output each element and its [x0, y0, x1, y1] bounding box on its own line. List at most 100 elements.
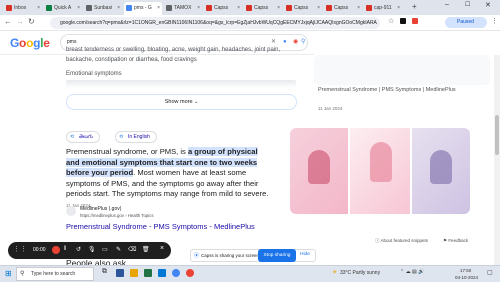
- tab-close-icon[interactable]: ×: [77, 2, 80, 15]
- chip-english[interactable]: ⟲ In English: [115, 131, 157, 143]
- browser-tab[interactable]: Sunbasi ×: [84, 2, 122, 15]
- browser-tab[interactable]: Inbox ×: [4, 2, 42, 15]
- source-name[interactable]: MedlinePlus (.gov): [80, 206, 121, 212]
- tab-label: Capss: [334, 5, 349, 11]
- symptoms-text-line2: backache, constipation or diarrhea, food…: [66, 57, 197, 63]
- new-tab-button[interactable]: +: [412, 2, 417, 11]
- browser-tab[interactable]: Capss ×: [284, 2, 322, 15]
- clock-time[interactable]: 17:50: [460, 268, 471, 273]
- snippet-images[interactable]: [290, 128, 470, 214]
- tab-label: TAMOX: [174, 5, 192, 11]
- figure-illustration: [430, 150, 452, 184]
- tab-label: Quick A: [54, 5, 72, 11]
- restart-icon[interactable]: ↺: [76, 246, 81, 253]
- taskbar-app-icon[interactable]: [172, 269, 180, 277]
- scrollbar-thumb[interactable]: [495, 115, 499, 155]
- google-logo[interactable]: Google: [10, 36, 50, 50]
- browser-tab[interactable]: pms - G ×: [124, 2, 162, 15]
- task-view-icon[interactable]: ⧉: [102, 268, 107, 276]
- forward-icon[interactable]: →: [16, 17, 24, 26]
- taskbar-search-input[interactable]: ⚲ Type here to search: [16, 267, 94, 281]
- show-more-button[interactable]: Show more ⌄: [66, 94, 297, 110]
- stop-sharing-button[interactable]: Stop sharing: [258, 249, 296, 262]
- taskbar-app-icon[interactable]: [144, 269, 152, 277]
- mic-off-icon[interactable]: 🎙: [88, 246, 96, 253]
- scrollbar[interactable]: [494, 55, 500, 265]
- minimize-button[interactable]: –: [445, 1, 449, 8]
- tab-close-icon[interactable]: ×: [37, 2, 40, 15]
- tab-close-icon[interactable]: ×: [117, 2, 120, 15]
- reload-icon[interactable]: ↻: [28, 17, 35, 26]
- tab-close-icon[interactable]: ×: [357, 2, 360, 15]
- tab-label: Capss: [254, 5, 269, 11]
- taskbar-app-icon[interactable]: [158, 269, 166, 277]
- tab-close-icon[interactable]: ×: [237, 2, 240, 15]
- notification-icon[interactable]: ▢: [487, 269, 493, 276]
- tab-label: cap-911: [374, 5, 392, 11]
- snippet-pre: Premenstrual syndrome, or PMS, is: [66, 147, 188, 156]
- back-icon[interactable]: ←: [4, 17, 12, 26]
- feedback-label: Feedback: [448, 238, 469, 243]
- extension-icon[interactable]: [400, 18, 406, 24]
- source-title-link[interactable]: Premenstrual Syndrome - PMS Symptoms - M…: [66, 222, 255, 231]
- hide-button[interactable]: Hide: [300, 252, 310, 257]
- bookmark-star-icon[interactable]: ☆: [388, 17, 394, 25]
- weather-text[interactable]: 33°C Partly sunny: [340, 270, 380, 276]
- tab-favicon-icon: [286, 5, 292, 11]
- browser-tab[interactable]: cap-911 ×: [364, 2, 402, 15]
- tab-close-icon[interactable]: ×: [397, 2, 400, 15]
- featured-snippet-text: Premenstrual syndrome, or PMS, is a grou…: [66, 147, 271, 211]
- delete-icon[interactable]: 🗑: [142, 246, 150, 253]
- tab-favicon-icon: [46, 5, 52, 11]
- browser-tab[interactable]: Capss ×: [324, 2, 362, 15]
- tab-close-icon[interactable]: ×: [277, 2, 280, 15]
- tab-close-icon[interactable]: ×: [197, 2, 200, 15]
- clock-date[interactable]: 04-10-2024: [455, 275, 478, 280]
- browser-tab[interactable]: Capss ×: [204, 2, 242, 15]
- tray-icons[interactable]: ⌃ ☁ ▤ 🔊: [400, 269, 424, 275]
- drag-handle-icon[interactable]: ⋮⋮: [13, 245, 27, 253]
- eraser-icon[interactable]: ⌫: [128, 246, 136, 253]
- taskbar-app-icon[interactable]: [186, 269, 194, 277]
- weather-icon: ☀: [332, 270, 338, 276]
- tab-label: Inbox: [14, 5, 27, 11]
- windows-start-icon[interactable]: ⊞: [5, 269, 12, 278]
- profile-paused-button[interactable]: Paused: [445, 17, 487, 28]
- tab-strip: Inbox × Quick A × Sunbasi × pms - G × TAMOX × Caps…: [0, 0, 500, 15]
- address-bar[interactable]: google.com/search?q=pms&rlz=1C1ONGR_enGB…: [50, 17, 380, 29]
- taskbar-app-icon[interactable]: [130, 269, 138, 277]
- browser-tab[interactable]: Capss ×: [244, 2, 282, 15]
- tab-favicon-icon: [366, 5, 372, 11]
- faded-text: [66, 80, 296, 88]
- tab-favicon-icon: [326, 5, 332, 11]
- menu-icon[interactable]: ⋮: [491, 17, 498, 25]
- extension-icon-2[interactable]: [412, 18, 418, 24]
- pause-icon[interactable]: ‖: [64, 246, 66, 252]
- tab-close-icon[interactable]: ×: [157, 2, 160, 15]
- side-image-placeholder: [314, 55, 490, 85]
- maximize-button[interactable]: ☐: [465, 1, 470, 8]
- chip-telugu[interactable]: ⟲ తెలుగు: [66, 131, 100, 143]
- record-icon[interactable]: [52, 246, 60, 254]
- pen-icon[interactable]: ✎: [116, 246, 121, 253]
- show-more-label: Show more: [164, 99, 193, 105]
- about-featured-snippets[interactable]: ⓘ About featured snippets: [375, 238, 428, 244]
- tab-close-icon[interactable]: ×: [317, 2, 320, 15]
- chevron-down-icon: ⌄: [194, 99, 199, 105]
- translate-icon: ⟲: [119, 134, 124, 140]
- tab-label: Sunbasi: [94, 5, 113, 11]
- tab-label: Capss: [214, 5, 229, 11]
- side-result-panel: Premenstrual Syndrome | PMS Symptoms | M…: [314, 31, 500, 141]
- browser-tab[interactable]: TAMOX ×: [164, 2, 202, 15]
- source-url[interactable]: https://medlineplus.gov › Health Topics: [80, 213, 153, 218]
- taskbar-app-icon[interactable]: [116, 269, 124, 277]
- feedback-link[interactable]: ⚑ Feedback: [443, 238, 468, 244]
- stop-sharing-label: Stop sharing: [263, 253, 291, 258]
- camera-icon[interactable]: ▭: [102, 246, 108, 253]
- browser-tab[interactable]: Quick A ×: [44, 2, 82, 15]
- recording-time: 00:00: [33, 247, 46, 253]
- close-icon[interactable]: ×: [160, 245, 164, 252]
- help-icon: ⓘ: [375, 238, 380, 243]
- close-window-button[interactable]: ✕: [485, 1, 491, 9]
- side-result-title[interactable]: Premenstrual Syndrome | PMS Symptoms | M…: [318, 87, 458, 94]
